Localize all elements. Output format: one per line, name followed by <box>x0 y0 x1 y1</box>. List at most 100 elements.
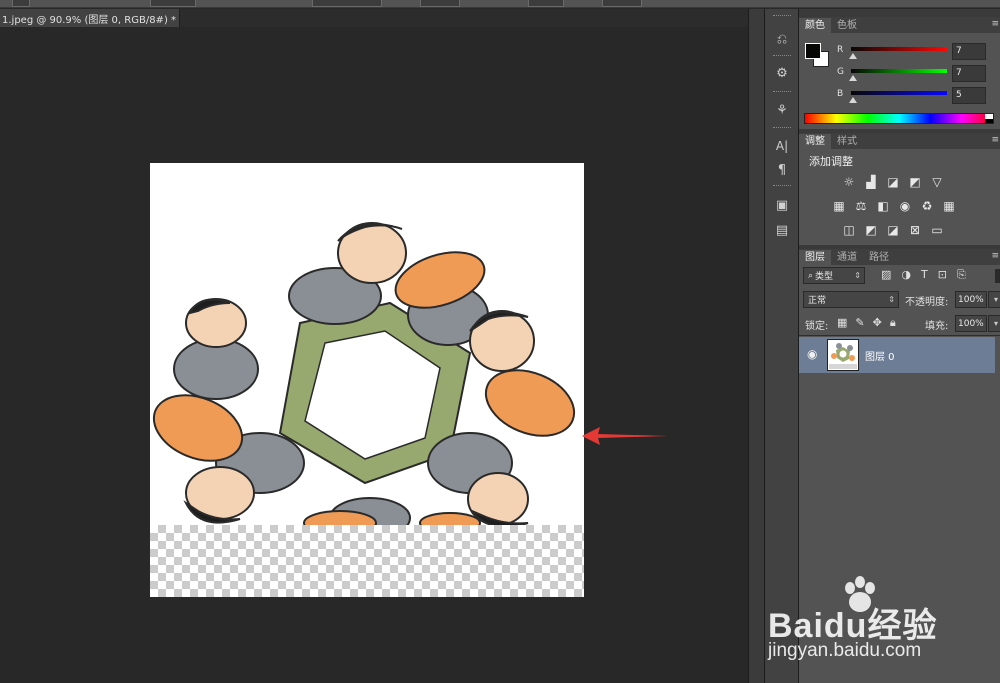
options-control[interactable] <box>528 0 564 7</box>
panels-column: 颜色 色板 ≡ R 7 G 7 B 5 调整 样式 ≡ 添加调整 ☼ ▟ ◪ ◩… <box>798 9 1000 683</box>
history-icon[interactable]: ⎌ <box>772 30 792 48</box>
green-value-input[interactable]: 7 <box>952 65 986 82</box>
tab-adjustments[interactable]: 调整 <box>799 134 831 149</box>
adjustment-filter-icon[interactable]: ◑ <box>901 268 911 282</box>
opacity-dropdown-button[interactable]: ▾ <box>988 291 1000 308</box>
blend-mode-value: 正常 <box>808 296 827 306</box>
lock-pixels-icon[interactable]: ✎ <box>855 316 864 330</box>
adjustments-panel-tabs: 调整 样式 ≡ <box>799 133 1000 149</box>
dock-grip[interactable] <box>773 55 791 57</box>
options-control[interactable] <box>420 0 460 7</box>
layer-filter-icons: ▨ ◑ T ⊡ ⎘ <box>881 268 966 282</box>
color-panel: 颜色 色板 ≡ R 7 G 7 B 5 <box>799 17 1000 129</box>
add-adjustment-heading: 添加调整 <box>809 155 853 168</box>
green-slider-row: G 7 <box>799 65 1000 83</box>
pixel-filter-icon[interactable]: ▨ <box>881 268 891 282</box>
layer-thumbnail <box>827 339 859 371</box>
vibrance-icon[interactable]: ▽ <box>929 175 945 189</box>
paragraph-icon[interactable]: ¶ <box>772 161 792 179</box>
layer-name[interactable]: 图层 0 <box>865 348 895 363</box>
collapsed-panel-dock: ⎌ ⚙ ⚘ A| ¶ ▣ ▤ <box>764 9 798 683</box>
blue-slider-thumb[interactable] <box>849 97 857 103</box>
layers-panel-tabs: 图层 通道 路径 ≡ <box>799 249 1000 265</box>
red-value-input[interactable]: 7 <box>952 43 986 60</box>
visibility-eye-icon[interactable]: ◉ <box>807 347 817 361</box>
panel-menu-icon[interactable]: ≡ <box>991 251 999 261</box>
fill-input[interactable]: 100% <box>955 315 987 332</box>
layer-row[interactable]: ◉ 图层 0 <box>799 337 995 373</box>
type-filter-icon[interactable]: T <box>921 268 928 282</box>
foreground-color-swatch[interactable] <box>805 43 821 59</box>
color-panel-tabs: 颜色 色板 ≡ <box>799 17 1000 33</box>
tab-swatches[interactable]: 色板 <box>831 18 863 33</box>
layer-comps-icon[interactable]: ▣ <box>772 196 792 214</box>
tab-paths[interactable]: 路径 <box>863 250 895 265</box>
brightness-contrast-icon[interactable]: ☼ <box>841 175 857 189</box>
shape-filter-icon[interactable]: ⊡ <box>938 268 947 282</box>
blue-value-input[interactable]: 5 <box>952 87 986 104</box>
channel-mixer-icon[interactable]: ♻ <box>919 199 935 213</box>
tab-color[interactable]: 颜色 <box>799 18 831 33</box>
options-control[interactable] <box>602 0 642 7</box>
document-tab[interactable]: 1.jpeg @ 90.9% (图层 0, RGB/8#) * × <box>0 9 192 27</box>
lock-icons: ▦ ✎ ✥ 🔒︎ <box>837 316 896 330</box>
posterize-icon[interactable]: ◩ <box>863 223 879 237</box>
opacity-input[interactable]: 100% <box>955 291 987 308</box>
threshold-icon[interactable]: ◪ <box>885 223 901 237</box>
smart-object-filter-icon[interactable]: ⎘ <box>957 268 966 282</box>
lock-position-icon[interactable]: ✥ <box>873 316 882 330</box>
fill-dropdown-button[interactable]: ▾ <box>988 315 1000 332</box>
fill-label: 填充: <box>925 321 949 332</box>
dock-grip[interactable] <box>773 185 791 187</box>
green-slider-thumb[interactable] <box>849 75 857 81</box>
chevron-updown-icon: ⇕ <box>854 271 861 280</box>
dock-grip[interactable] <box>773 127 791 129</box>
green-slider-track[interactable] <box>851 69 947 73</box>
tool-preset-button[interactable] <box>12 0 30 7</box>
dock-grip[interactable] <box>773 91 791 93</box>
color-balance-icon[interactable]: ⚖ <box>853 199 869 213</box>
layer-thumbnail-art <box>829 343 857 369</box>
lock-transparent-icon[interactable]: ▦ <box>837 316 847 330</box>
blue-label: B <box>837 89 844 99</box>
lock-all-icon[interactable]: 🔒︎ <box>890 316 896 330</box>
gradient-map-icon[interactable]: ▭ <box>929 223 945 237</box>
green-label: G <box>837 67 844 77</box>
character-icon[interactable]: A| <box>772 137 792 155</box>
panel-menu-icon[interactable]: ≡ <box>991 135 999 145</box>
brush-presets-icon[interactable]: ⚘ <box>772 101 792 119</box>
blend-mode-select[interactable]: 正常 ⇕ <box>803 291 899 308</box>
dock-grip[interactable] <box>773 15 791 17</box>
filter-toggle[interactable] <box>995 269 1000 283</box>
tab-channels[interactable]: 通道 <box>831 250 863 265</box>
curves-icon[interactable]: ◪ <box>885 175 901 189</box>
search-icon: ⌕ <box>808 270 814 281</box>
black-white-icon[interactable]: ◧ <box>875 199 891 213</box>
red-slider-track[interactable] <box>851 47 947 51</box>
options-control[interactable] <box>312 0 382 7</box>
canvas-area[interactable] <box>0 27 748 683</box>
document-tab-title: 1.jpeg @ 90.9% (图层 0, RGB/8#) * <box>2 14 177 26</box>
chevron-down-icon: ▾ <box>993 319 998 328</box>
color-lookup-icon[interactable]: ▦ <box>941 199 957 213</box>
options-control[interactable] <box>150 0 196 7</box>
photo-filter-icon[interactable]: ◉ <box>897 199 913 213</box>
tab-layers[interactable]: 图层 <box>799 250 831 265</box>
selective-color-icon[interactable]: ⊠ <box>907 223 923 237</box>
document-canvas[interactable] <box>150 163 584 597</box>
lock-label: 锁定: <box>805 321 829 332</box>
color-spectrum-ramp[interactable] <box>804 113 994 124</box>
levels-icon[interactable]: ▟ <box>863 175 879 189</box>
properties-icon[interactable]: ⚙ <box>772 64 792 82</box>
tab-styles[interactable]: 样式 <box>831 134 863 149</box>
invert-icon[interactable]: ◫ <box>841 223 857 237</box>
blue-slider-track[interactable] <box>851 91 947 95</box>
opacity-label: 不透明度: <box>905 297 949 308</box>
hue-saturation-icon[interactable]: ▦ <box>831 199 847 213</box>
red-slider-thumb[interactable] <box>849 53 857 59</box>
layer-filter-kind-select[interactable]: ⌕ 类型 ⇕ <box>803 267 865 284</box>
panel-menu-icon[interactable]: ≡ <box>991 19 999 29</box>
transparent-region <box>150 525 584 597</box>
notes-icon[interactable]: ▤ <box>772 221 792 239</box>
exposure-icon[interactable]: ◩ <box>907 175 923 189</box>
